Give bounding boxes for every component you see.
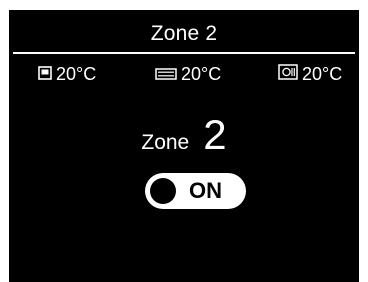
temperature-value: 20°C [56,64,97,84]
zone-label: Zone [141,131,190,154]
floor-heating-icon [38,62,52,86]
temperature-value: 20°C [181,64,222,84]
radiator-icon [155,62,177,86]
thermostat-screen: Zone 2 20°C 20°C 20°C Zone 2 ON [9,10,359,282]
toggle-label: ON [189,178,222,203]
screen-title: Zone 2 [150,22,218,45]
zone-number: 2 [203,111,227,158]
title-divider [13,52,355,54]
temperature-item-3: 20°C [278,62,342,86]
zone-heading: Zone 2 [9,113,359,157]
fan-coil-icon [278,62,298,86]
toggle-knob [150,178,176,204]
zone-power-toggle[interactable]: ON [145,173,246,209]
temperature-item-2: 20°C [155,62,221,86]
temperature-value: 20°C [302,64,343,84]
temperature-item-1: 20°C [38,62,96,86]
temperature-row: 20°C 20°C 20°C [9,62,359,86]
